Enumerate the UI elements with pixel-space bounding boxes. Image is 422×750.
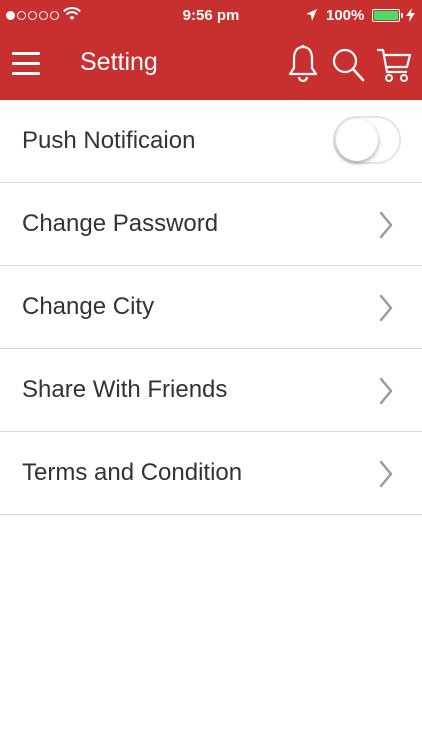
settings-item-share-with-friends[interactable]: Share With Friends (0, 349, 422, 432)
battery-percent: 100% (326, 7, 365, 24)
push-notification-toggle[interactable] (333, 116, 401, 164)
settings-item-label: Terms and Condition (22, 459, 243, 486)
toggle-knob (336, 119, 378, 161)
chevron-right-icon (379, 294, 393, 322)
settings-item-change-city[interactable]: Change City (0, 266, 422, 349)
page-title: Setting (80, 48, 158, 76)
location-arrow-icon (306, 9, 317, 21)
settings-item-label: Change Password (22, 210, 219, 237)
cart-icon[interactable] (376, 44, 412, 86)
charging-bolt-icon (406, 8, 415, 22)
chevron-right-icon (379, 460, 393, 488)
push-notification-row: Push Notificaion (0, 100, 422, 183)
settings-item-change-password[interactable]: Change Password (0, 183, 422, 266)
menu-button[interactable] (12, 52, 40, 76)
status-bar: 9:56 pm 100% (0, 0, 422, 32)
battery-icon (372, 9, 403, 22)
nav-bar: Setting (0, 32, 422, 100)
bell-icon[interactable] (287, 44, 319, 84)
app-header: 9:56 pm 100% Setting (0, 0, 422, 100)
settings-item-label: Share With Friends (22, 376, 228, 403)
chevron-right-icon (379, 377, 393, 405)
settings-item-label: Change City (22, 293, 155, 320)
push-notification-label: Push Notificaion (22, 127, 196, 154)
settings-list: Push Notificaion Change Password Change … (0, 100, 422, 515)
search-icon[interactable] (330, 44, 366, 84)
chevron-right-icon (379, 211, 393, 239)
settings-item-terms-and-condition[interactable]: Terms and Condition (0, 432, 422, 515)
